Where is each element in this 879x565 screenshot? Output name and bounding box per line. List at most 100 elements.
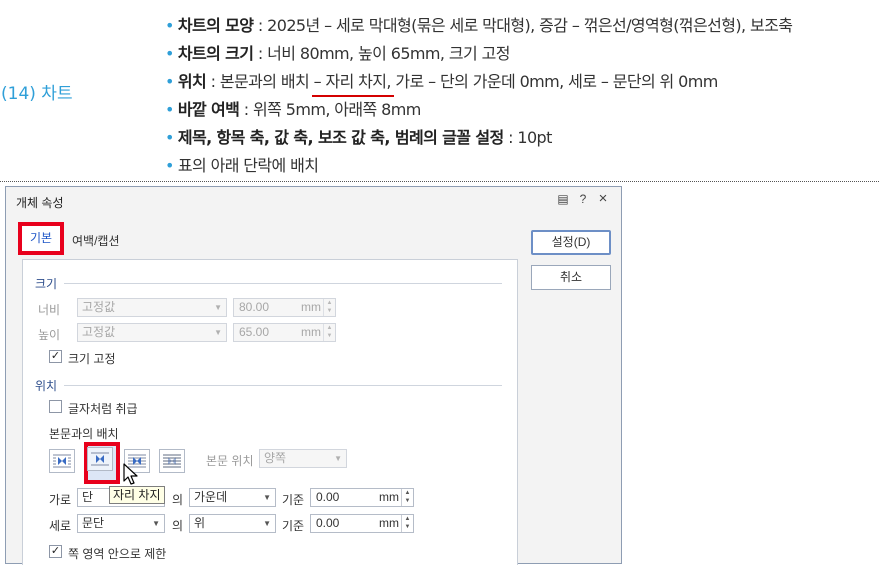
instruction-bold: 차트의 크기 — [177, 44, 254, 63]
base-label: 기준 — [282, 519, 305, 533]
help-icon[interactable]: ? — [575, 192, 591, 206]
width-label: 너비 — [38, 303, 61, 317]
base-label: 기준 — [282, 493, 305, 507]
chevron-down-icon: ▼ — [152, 519, 160, 528]
instruction-text: : 10pt — [503, 128, 552, 147]
limit-to-page-checkbox[interactable]: ✓ — [49, 545, 62, 558]
instruction-line-chart-shape: • 차트의 모양 : 2025년 – 세로 막대형(묶은 세로 막대형), 증감 … — [165, 12, 793, 36]
tab-basic[interactable]: 기본 — [18, 222, 64, 255]
horizontal-offset-spinbox[interactable]: 0.00 mm ▲ ▼ — [310, 488, 414, 507]
wrap-behind-button[interactable] — [159, 449, 185, 473]
text-side-label: 본문 위치 — [206, 454, 254, 468]
instruction-line-outer-margin: • 바깥 여백 : 위쪽 5mm, 아래쪽 8mm — [165, 96, 421, 120]
instruction-text: 가로 – 단의 가운데 0mm, 세로 – 문단의 위 0mm — [390, 72, 718, 91]
instruction-line-font: • 제목, 항목 축, 값 축, 보조 값 축, 범례의 글꼴 설정 : 10pt — [165, 124, 552, 148]
wrap-square-icon — [53, 454, 71, 468]
bullet-dot: • — [165, 100, 174, 119]
horizontal-align-select[interactable]: 가운데 ▼ — [189, 488, 276, 507]
bullet-dot: • — [165, 128, 174, 147]
chevron-down-icon: ▼ — [263, 493, 271, 502]
fix-size-checkbox[interactable]: ✓ — [49, 350, 62, 363]
spin-arrows-icon[interactable]: ▲ ▼ — [323, 299, 335, 316]
wrap-take-place-icon — [91, 452, 109, 466]
horizontal-offset-unit: mm — [379, 490, 399, 504]
text-side-select[interactable]: 양쪽 ▼ — [259, 449, 347, 468]
treat-as-char-checkbox[interactable] — [49, 400, 62, 413]
width-value: 80.00 — [239, 300, 270, 314]
vertical-ref-value: 문단 — [82, 516, 105, 530]
tab-margin-caption[interactable]: 여백/캡션 — [72, 232, 120, 249]
width-spinbox[interactable]: 80.00 mm ▲ ▼ — [233, 298, 336, 317]
instruction-text: : 본문과의 배치 — [206, 72, 314, 91]
bullet-dot: • — [165, 72, 174, 91]
wrap-behind-icon — [163, 454, 181, 468]
instruction-line-position: • 위치 : 본문과의 배치 – 자리 차지, 가로 – 단의 가운데 0mm, … — [165, 68, 718, 97]
instruction-text: : 위쪽 5mm, 아래쪽 8mm — [239, 100, 422, 119]
vertical-offset-spinbox[interactable]: 0.00 mm ▲ ▼ — [310, 514, 414, 533]
height-value: 65.00 — [239, 325, 270, 339]
width-mode-value: 고정값 — [82, 300, 116, 314]
instruction-bold: 차트의 모양 — [177, 16, 254, 35]
instruction-line-chart-size: • 차트의 크기 : 너비 80mm, 높이 65mm, 크기 고정 — [165, 40, 510, 64]
section-label: (14) 차트 — [1, 84, 73, 104]
of-label: 의 — [172, 519, 184, 533]
wrap-take-place-button[interactable] — [87, 447, 113, 471]
vertical-align-select[interactable]: 위 ▼ — [189, 514, 276, 533]
limit-to-page-label: 쪽 영역 안으로 제한 — [68, 547, 167, 561]
height-label: 높이 — [38, 328, 61, 342]
vertical-ref-select[interactable]: 문단 ▼ — [77, 514, 165, 533]
instruction-line-placement: • 표의 아래 단락에 배치 — [165, 152, 319, 176]
position-group-rule — [64, 385, 502, 386]
height-spinbox[interactable]: 65.00 mm ▲ ▼ — [233, 323, 336, 342]
chevron-down-icon: ▼ — [263, 519, 271, 528]
horizontal-offset-value: 0.00 — [316, 490, 340, 504]
wrap-label: 본문과의 배치 — [49, 427, 119, 441]
wrap-tooltip: 자리 차지 — [109, 486, 165, 504]
fix-size-label: 크기 고정 — [68, 352, 116, 366]
vertical-align-value: 위 — [194, 516, 206, 530]
position-group-label: 위치 — [35, 379, 58, 393]
vertical-label: 세로 — [49, 519, 72, 533]
chevron-down-icon: ▼ — [334, 454, 342, 463]
chevron-down-icon: ▼ — [214, 328, 222, 337]
instruction-text: : 너비 80mm, 높이 65mm, 크기 고정 — [253, 44, 511, 63]
underlined-phrase: – 자리 차지, — [311, 72, 394, 97]
height-mode-value: 고정값 — [82, 325, 116, 339]
instruction-text: : 2025년 – 세로 막대형(묶은 세로 막대형), 증감 – 꺾은선/영역… — [253, 16, 793, 35]
dialog-title: 개체 속성 — [16, 196, 64, 210]
wrap-square-button[interactable] — [49, 449, 75, 473]
object-properties-dialog: 개체 속성 ▤ ? × 기본 여백/캡션 설정(D) 취소 크기 너비 고정값 … — [5, 186, 622, 565]
height-unit: mm — [301, 325, 321, 339]
close-icon[interactable]: × — [595, 190, 611, 207]
instruction-bold: 바깥 여백 — [177, 100, 240, 119]
dialog-titlebar[interactable]: 개체 속성 ▤ ? × — [6, 187, 621, 215]
spin-arrows-icon[interactable]: ▲ ▼ — [401, 515, 413, 532]
mouse-pointer-icon — [123, 463, 138, 485]
height-mode-select[interactable]: 고정값 ▼ — [77, 323, 227, 342]
bullet-dot: • — [165, 16, 174, 35]
help-menu-icon[interactable]: ▤ — [555, 192, 571, 206]
vertical-offset-value: 0.00 — [316, 516, 340, 530]
treat-as-char-label: 글자처럼 취급 — [68, 402, 138, 416]
text-side-value: 양쪽 — [264, 451, 287, 465]
dotted-separator — [0, 181, 879, 182]
ok-button[interactable]: 설정(D) — [531, 230, 611, 255]
size-group-label: 크기 — [35, 277, 58, 291]
chevron-down-icon: ▼ — [214, 303, 222, 312]
cancel-button[interactable]: 취소 — [531, 265, 611, 290]
horizontal-align-value: 가운데 — [194, 490, 228, 504]
underlined-text: – 자리 차지, — [313, 72, 392, 91]
instruction-bold: 제목, 항목 축, 값 축, 보조 값 축, 범례의 글꼴 설정 — [177, 128, 504, 147]
width-mode-select[interactable]: 고정값 ▼ — [77, 298, 227, 317]
horizontal-label: 가로 — [49, 493, 72, 507]
vertical-offset-unit: mm — [379, 516, 399, 530]
instruction-text: 표의 아래 단락에 배치 — [177, 156, 319, 175]
instruction-bold: 위치 — [177, 72, 207, 91]
size-group-rule — [64, 283, 502, 284]
spin-arrows-icon[interactable]: ▲ ▼ — [401, 489, 413, 506]
horizontal-ref-value: 단 — [82, 490, 94, 504]
of-label: 의 — [172, 493, 184, 507]
bullet-dot: • — [165, 156, 174, 175]
width-unit: mm — [301, 300, 321, 314]
spin-arrows-icon[interactable]: ▲ ▼ — [323, 324, 335, 341]
